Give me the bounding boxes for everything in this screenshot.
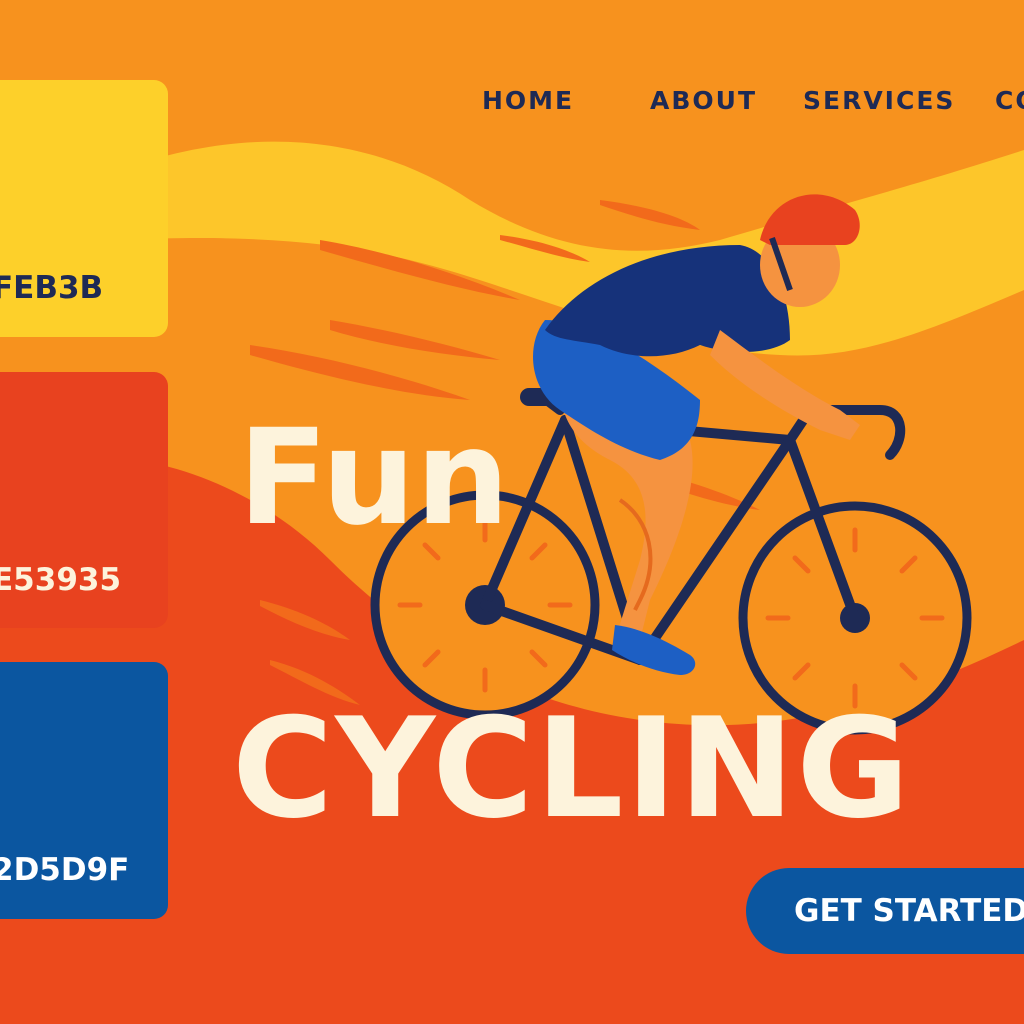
- color-swatch-red: E53935: [0, 372, 168, 628]
- color-swatch-yellow: FEB3B: [0, 80, 168, 337]
- nav-link-services[interactable]: SERVICES: [803, 86, 955, 115]
- nav-link-about[interactable]: ABOUT: [650, 86, 757, 115]
- swatch-hex-label: FEB3B: [0, 270, 104, 306]
- nav-link-home[interactable]: HOME: [482, 86, 574, 115]
- hero-title-line1: Fun: [238, 401, 510, 555]
- landing-page: HOME ABOUT SERVICES CO FEB3B E53935 2D5D…: [0, 0, 1024, 1024]
- get-started-button[interactable]: GET STARTED: [746, 868, 1024, 954]
- hero-title-line2: CYCLING: [232, 688, 912, 849]
- nav-link-contact[interactable]: CO: [995, 86, 1024, 115]
- swatch-hex-label: E53935: [0, 562, 122, 598]
- color-swatch-blue: 2D5D9F: [0, 662, 168, 919]
- swatch-hex-label: 2D5D9F: [0, 852, 130, 888]
- get-started-label: GET STARTED: [794, 893, 1024, 929]
